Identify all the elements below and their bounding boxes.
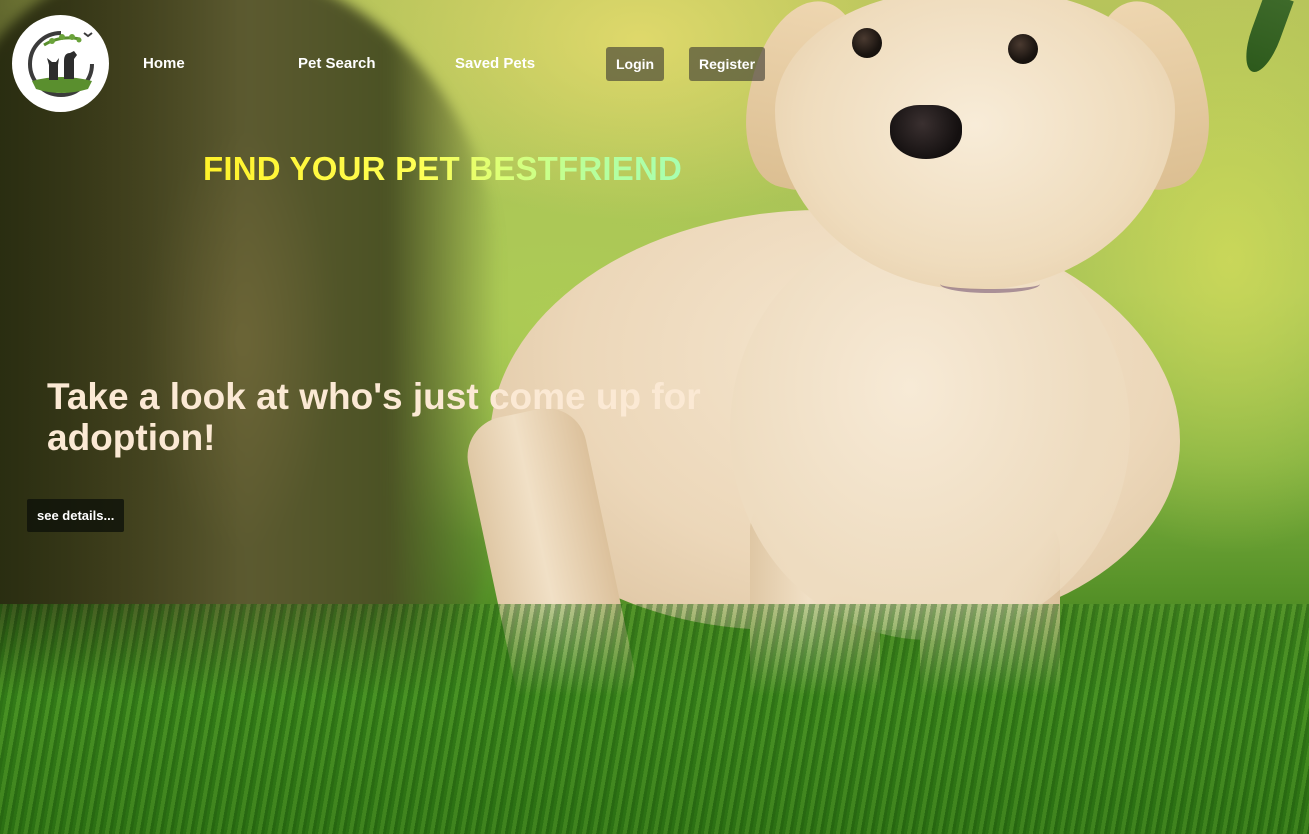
hero-title: FIND YOUR PET BESTFRIEND — [203, 150, 683, 187]
pet-logo-icon — [27, 30, 94, 97]
nav-home-link[interactable]: Home — [143, 55, 185, 72]
login-button[interactable]: Login — [606, 47, 665, 81]
hero-subtitle: Take a look at who's just come up for ad… — [47, 376, 701, 458]
puppy-collar — [940, 275, 1040, 293]
see-details-button[interactable]: see details... — [27, 499, 125, 532]
page: Home Pet Search Saved Pets Login Registe… — [0, 0, 1309, 834]
puppy-nose — [890, 105, 962, 159]
grass-foreground — [0, 604, 1309, 834]
nav-saved-pets-link[interactable]: Saved Pets — [455, 55, 535, 72]
site-logo[interactable] — [12, 15, 109, 112]
puppy-eye-right — [1008, 34, 1038, 64]
puppy-eye-left — [852, 28, 882, 58]
register-button[interactable]: Register — [689, 47, 766, 81]
nav-pet-search-link[interactable]: Pet Search — [298, 55, 376, 72]
